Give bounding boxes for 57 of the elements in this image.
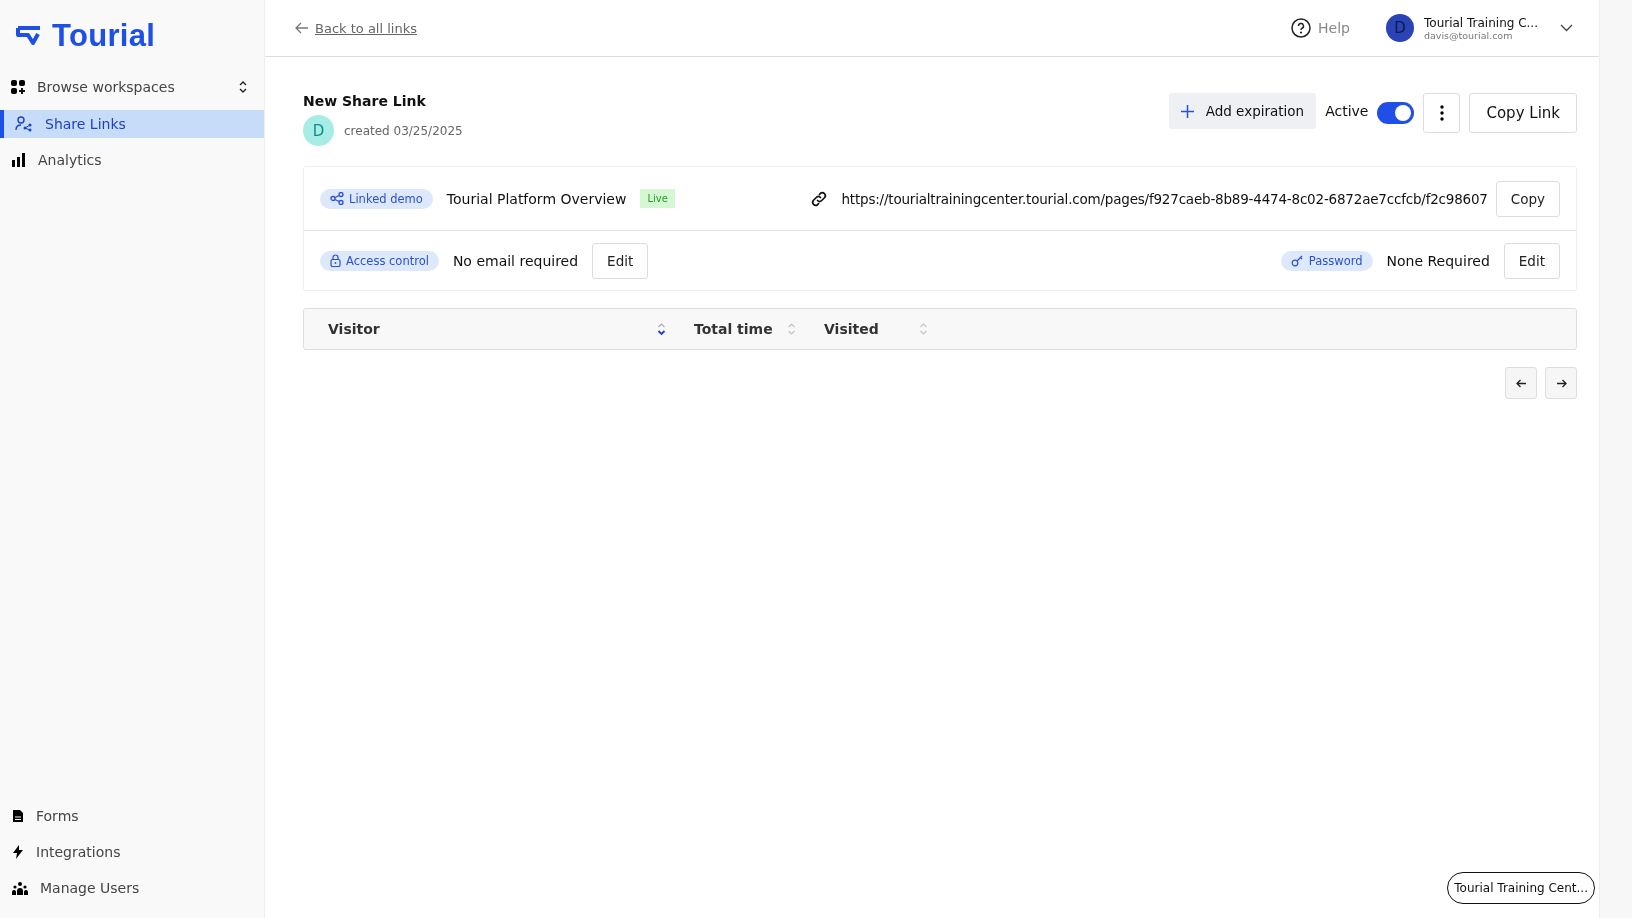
- password-tag: Password: [1280, 250, 1373, 271]
- plus-icon: [1180, 104, 1194, 118]
- more-vertical-icon: [1439, 105, 1444, 121]
- chevron-down-icon: [1560, 24, 1573, 32]
- arrow-left-icon: [1515, 378, 1527, 388]
- help-button[interactable]: Help: [1285, 17, 1356, 39]
- edit-button[interactable]: Edit: [1503, 242, 1560, 279]
- column-header[interactable]: Visitor: [328, 321, 666, 337]
- copy-link-button[interactable]: Copy Link: [1469, 93, 1577, 133]
- more-button[interactable]: [1423, 93, 1461, 133]
- share-user-icon: [15, 116, 33, 132]
- nav-item[interactable]: Forms: [0, 802, 264, 830]
- nav-item[interactable]: Integrations: [0, 838, 264, 866]
- status-badge: Live: [640, 189, 675, 208]
- link-icon: [809, 189, 828, 208]
- sort-icon: [919, 322, 928, 336]
- lock-icon: [330, 254, 341, 267]
- password-value: None Required: [1386, 252, 1490, 269]
- copy-button[interactable]: Copy: [1495, 180, 1560, 217]
- column-header[interactable]: Total time: [694, 321, 796, 337]
- users-icon: [12, 881, 28, 895]
- key-icon: [1290, 254, 1304, 267]
- document-icon: [12, 809, 24, 823]
- access-control-value: No email required: [452, 252, 579, 269]
- edit-button[interactable]: Edit: [592, 242, 649, 279]
- created-date: created 03/25/2025: [344, 123, 463, 138]
- arrow-right-icon: [1555, 378, 1567, 388]
- help-icon: [1291, 18, 1312, 38]
- active-toggle[interactable]: [1377, 102, 1415, 124]
- demo-name: Tourial Platform Overview: [446, 190, 627, 207]
- sort-icon: [787, 322, 796, 336]
- link-title: New Share Link: [303, 93, 427, 109]
- bar-chart-icon: [12, 153, 26, 167]
- account-menu[interactable]: D Tourial Training C... davis@tourial.com: [1380, 13, 1579, 43]
- chevron-updown-icon: [238, 80, 248, 94]
- nav-item[interactable]: Analytics: [0, 146, 264, 174]
- share-url: https://tourialtrainingcenter.tourial.com/pages/f927caeb-8b89-4474-8c02-6872ae7ccfcb/f2c98607: [841, 190, 1488, 207]
- linked-demo-tag: Linked demo: [320, 188, 433, 209]
- nav-item[interactable]: Share Links: [0, 110, 264, 138]
- access-control-tag: Access control: [320, 250, 439, 271]
- column-header[interactable]: Visited: [824, 321, 928, 337]
- apps-icon: [11, 80, 25, 94]
- share-icon: [330, 192, 344, 205]
- scrollbar-track[interactable]: [1599, 0, 1632, 918]
- arrow-left-icon: [295, 22, 309, 34]
- previous-page-button[interactable]: [1505, 367, 1537, 399]
- next-page-button[interactable]: [1545, 367, 1577, 399]
- lightning-icon: [12, 845, 24, 859]
- workspace-selector[interactable]: Browse workspaces: [0, 72, 264, 102]
- active-label: Active: [1325, 103, 1369, 119]
- nav-item[interactable]: Manage Users: [0, 874, 264, 902]
- logo-text: Tourial: [52, 18, 156, 54]
- avatar: D: [303, 115, 334, 146]
- workspace-chip[interactable]: Tourial Training Cent...: [1447, 872, 1595, 904]
- add-expiration-button[interactable]: Add expiration: [1168, 93, 1317, 129]
- sort-down-icon: [657, 322, 666, 336]
- back-link[interactable]: Back to all links: [295, 20, 417, 36]
